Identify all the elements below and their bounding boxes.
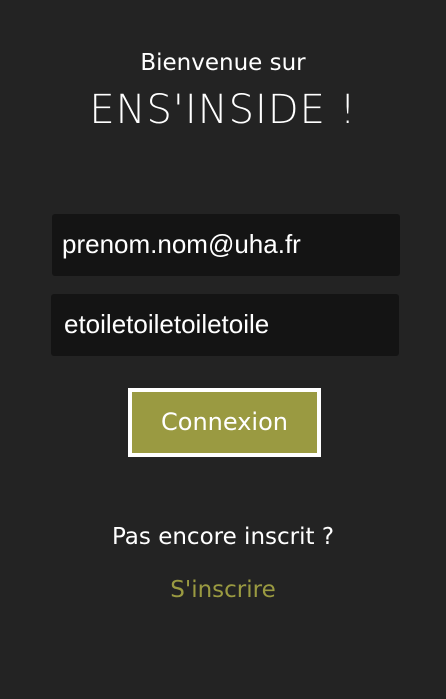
password-field[interactable]: etoiletoiletoiletoile: [51, 294, 399, 356]
signup-link[interactable]: S'inscrire: [0, 573, 446, 607]
login-button[interactable]: Connexion: [128, 388, 321, 457]
welcome-text: Bienvenue sur: [140, 50, 306, 76]
email-field[interactable]: prenom.nom@uha.fr: [52, 214, 400, 276]
app-title: ENS'INSIDE !: [89, 87, 357, 133]
signup-prompt: Pas encore inscrit ?: [111, 524, 335, 550]
login-button-label: Connexion: [132, 392, 317, 453]
